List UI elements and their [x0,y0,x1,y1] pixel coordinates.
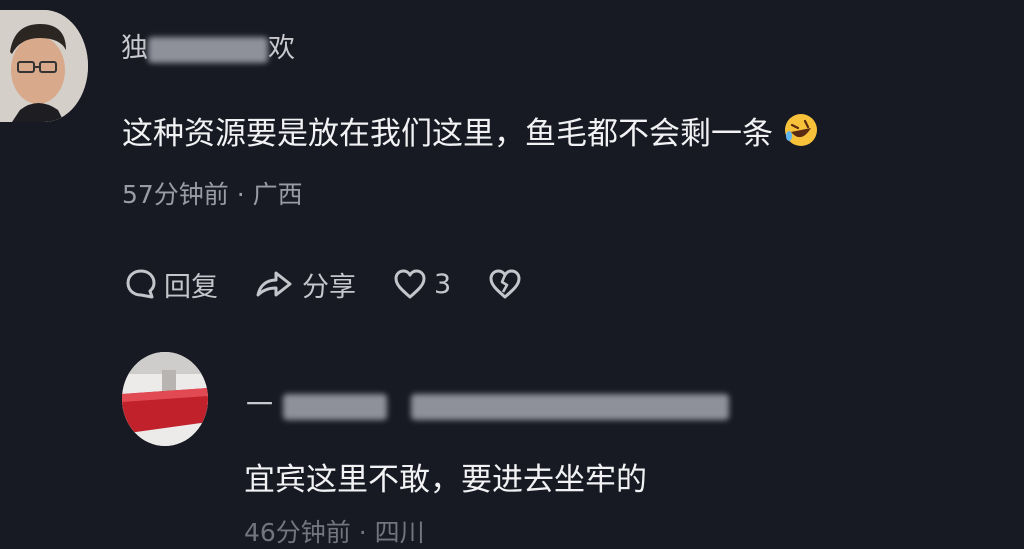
comment-time-location: 57分钟前 · 广西 [122,180,303,209]
heart-icon [394,269,426,299]
rolling-on-floor-laughing-emoji-icon [783,112,819,156]
share-arrow-icon [256,271,292,297]
broken-heart-icon [489,269,521,299]
comment-author-name[interactable]: 一 [246,383,729,422]
comment-text: 这种资源要是放在我们这里，鱼毛都不会剩一条 [122,108,819,156]
blurred-name [283,393,387,420]
blurred-name-suffix [411,393,729,420]
avatar[interactable] [0,10,88,122]
comment-actions: 回复 分享 3 [124,262,565,306]
comment-bubble-icon [126,269,156,299]
comment-author-name[interactable]: 独欢 [121,26,295,65]
comment-time-location: 46分钟前 · 四川 [244,518,425,547]
like-count: 3 [434,268,452,300]
like-button[interactable]: 3 [392,267,451,301]
comment-text: 宜宾这里不敢，要进去坐牢的 [244,462,647,498]
blurred-name [148,36,268,63]
share-button[interactable]: 分享 [254,265,356,304]
dislike-button[interactable] [487,267,529,301]
avatar[interactable] [122,352,208,446]
reply-button[interactable]: 回复 [124,265,218,304]
